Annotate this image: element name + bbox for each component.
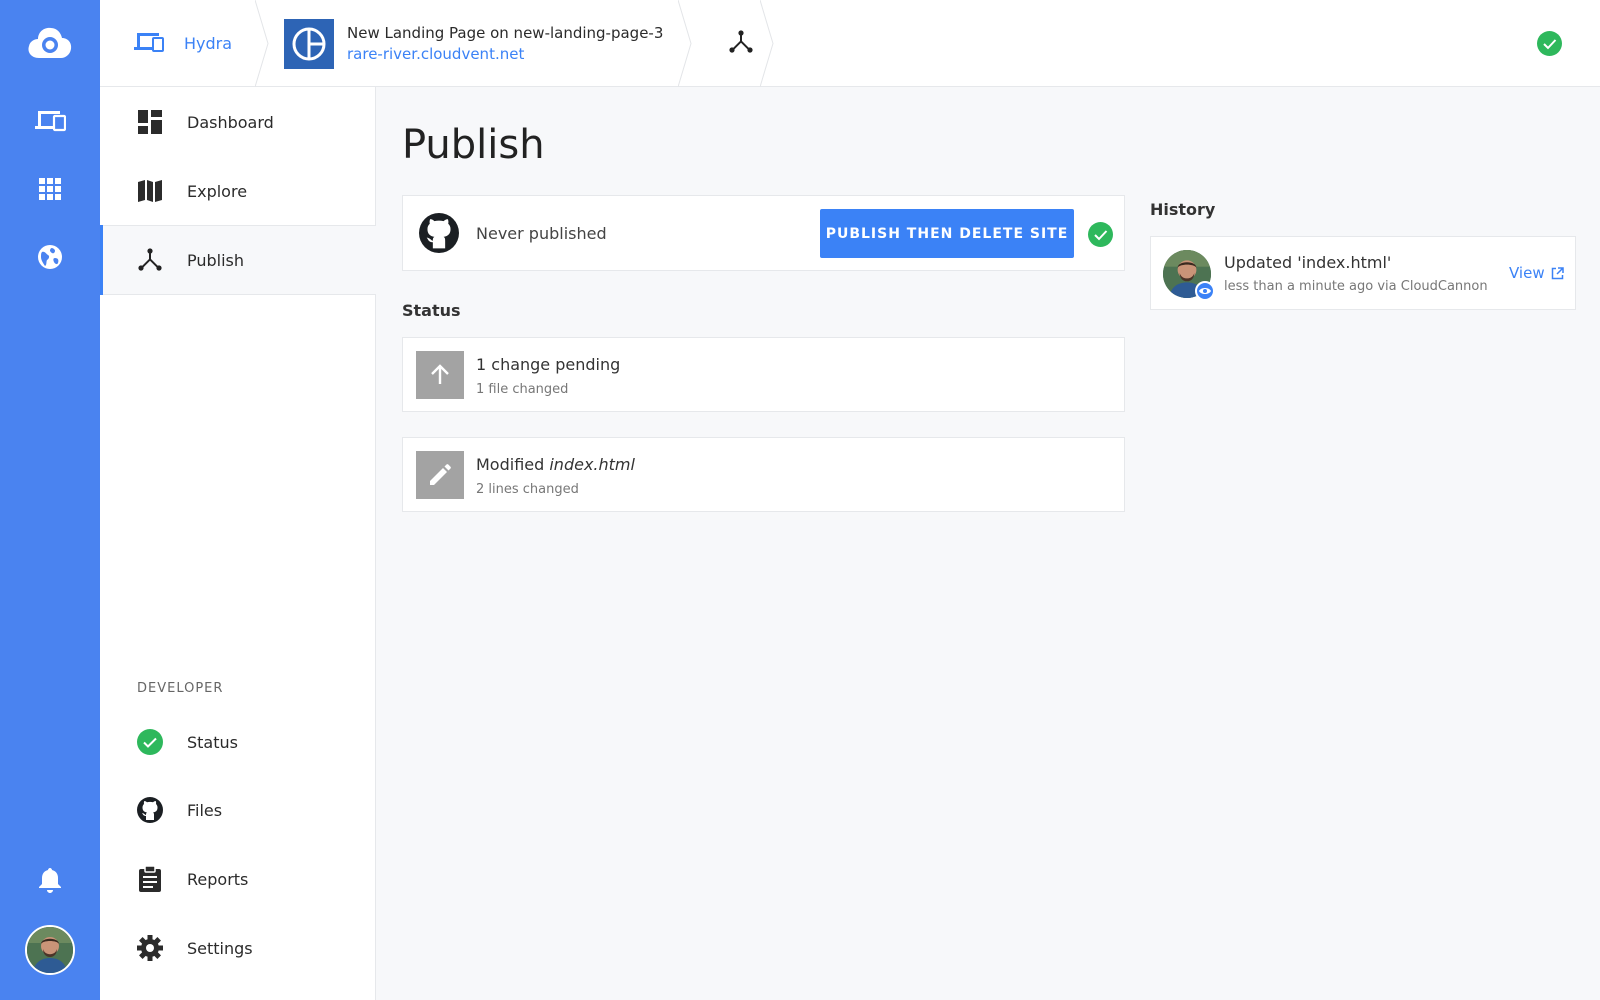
change-summary-card[interactable]: 1 change pending 1 file changed [402, 337, 1125, 412]
page-title: Publish [402, 122, 545, 168]
nav-item-publish[interactable]: Publish [100, 225, 376, 295]
nav-item-reports[interactable]: Reports [100, 844, 376, 914]
publish-status-text: Never published [476, 224, 607, 243]
view-link-label: View [1509, 264, 1545, 282]
project-title: New Landing Page on new-landing-page-3 [347, 24, 664, 42]
history-heading: History [1150, 200, 1216, 219]
history-item: Updated 'index.html' less than a minute … [1150, 236, 1576, 310]
github-icon [419, 213, 459, 257]
github-icon [137, 797, 163, 823]
nav-item-label: Publish [187, 250, 245, 270]
breadcrumb-separator [678, 0, 692, 87]
history-subtitle: less than a minute ago via CloudCannon [1224, 279, 1488, 294]
globe-icon[interactable] [0, 222, 100, 292]
breadcrumb-separator [255, 0, 269, 87]
nav-item-status[interactable]: Status [100, 707, 376, 777]
section-nav: Dashboard Explore Publish DEVELOPER Stat… [100, 87, 376, 1000]
project-url[interactable]: rare-river.cloudvent.net [347, 45, 663, 63]
nav-item-dashboard[interactable]: Dashboard [100, 87, 376, 157]
changed-file-name: index.html [549, 455, 635, 474]
devices-icon[interactable] [0, 85, 100, 155]
project-logo [284, 18, 334, 69]
change-title-prefix: Modified [476, 455, 550, 474]
top-bar: Hydra New Landing Page on new-landing-pa… [100, 0, 1600, 87]
history-title: Updated 'index.html' [1224, 253, 1392, 272]
file-change-card[interactable]: Modified index.html 2 lines changed [402, 437, 1125, 512]
merge-icon [137, 247, 163, 273]
change-title: 1 change pending [476, 355, 621, 374]
publish-card: Never published PUBLISH THEN DELETE SITE [402, 195, 1125, 271]
change-subtitle: 2 lines changed [476, 482, 579, 497]
nav-item-label: Reports [187, 869, 249, 889]
nav-item-label: Dashboard [187, 112, 274, 132]
site-name: Hydra [184, 34, 233, 53]
merge-icon [729, 29, 753, 58]
breadcrumb-project[interactable]: New Landing Page on new-landing-page-3 r… [284, 0, 663, 87]
check-circle-icon [1088, 222, 1113, 247]
publish-then-delete-button[interactable]: PUBLISH THEN DELETE SITE [820, 209, 1074, 258]
eye-icon [1195, 281, 1215, 301]
change-title: Modified index.html [476, 455, 635, 474]
breadcrumb-separator [760, 0, 774, 87]
gear-icon [137, 935, 163, 961]
nav-item-label: Status [187, 732, 238, 752]
app-rail [0, 0, 100, 1000]
nav-item-label: Files [187, 800, 223, 820]
apps-grid-icon[interactable] [0, 154, 100, 224]
breadcrumb-site[interactable]: Hydra [100, 0, 255, 87]
check-circle-icon [1537, 31, 1562, 56]
cloudcannon-logo-icon[interactable] [0, 8, 100, 78]
bell-icon[interactable] [0, 845, 100, 915]
nav-item-explore[interactable]: Explore [100, 156, 376, 226]
check-circle-icon [137, 729, 163, 755]
change-subtitle: 1 file changed [476, 382, 569, 397]
nav-item-files[interactable]: Files [100, 775, 376, 845]
arrow-up-icon [416, 351, 464, 399]
nav-item-label: Settings [187, 938, 253, 958]
external-link-icon [1551, 266, 1564, 279]
pencil-icon [416, 451, 464, 499]
clipboard-icon [137, 866, 163, 892]
map-icon [137, 178, 163, 204]
devices-icon [134, 31, 164, 57]
nav-item-settings[interactable]: Settings [100, 913, 376, 983]
user-avatar[interactable] [25, 925, 75, 975]
view-link[interactable]: View [1509, 264, 1564, 282]
dashboard-icon [137, 109, 163, 135]
nav-item-label: Explore [187, 181, 248, 201]
developer-heading: DEVELOPER [137, 681, 224, 696]
status-heading: Status [402, 301, 461, 320]
